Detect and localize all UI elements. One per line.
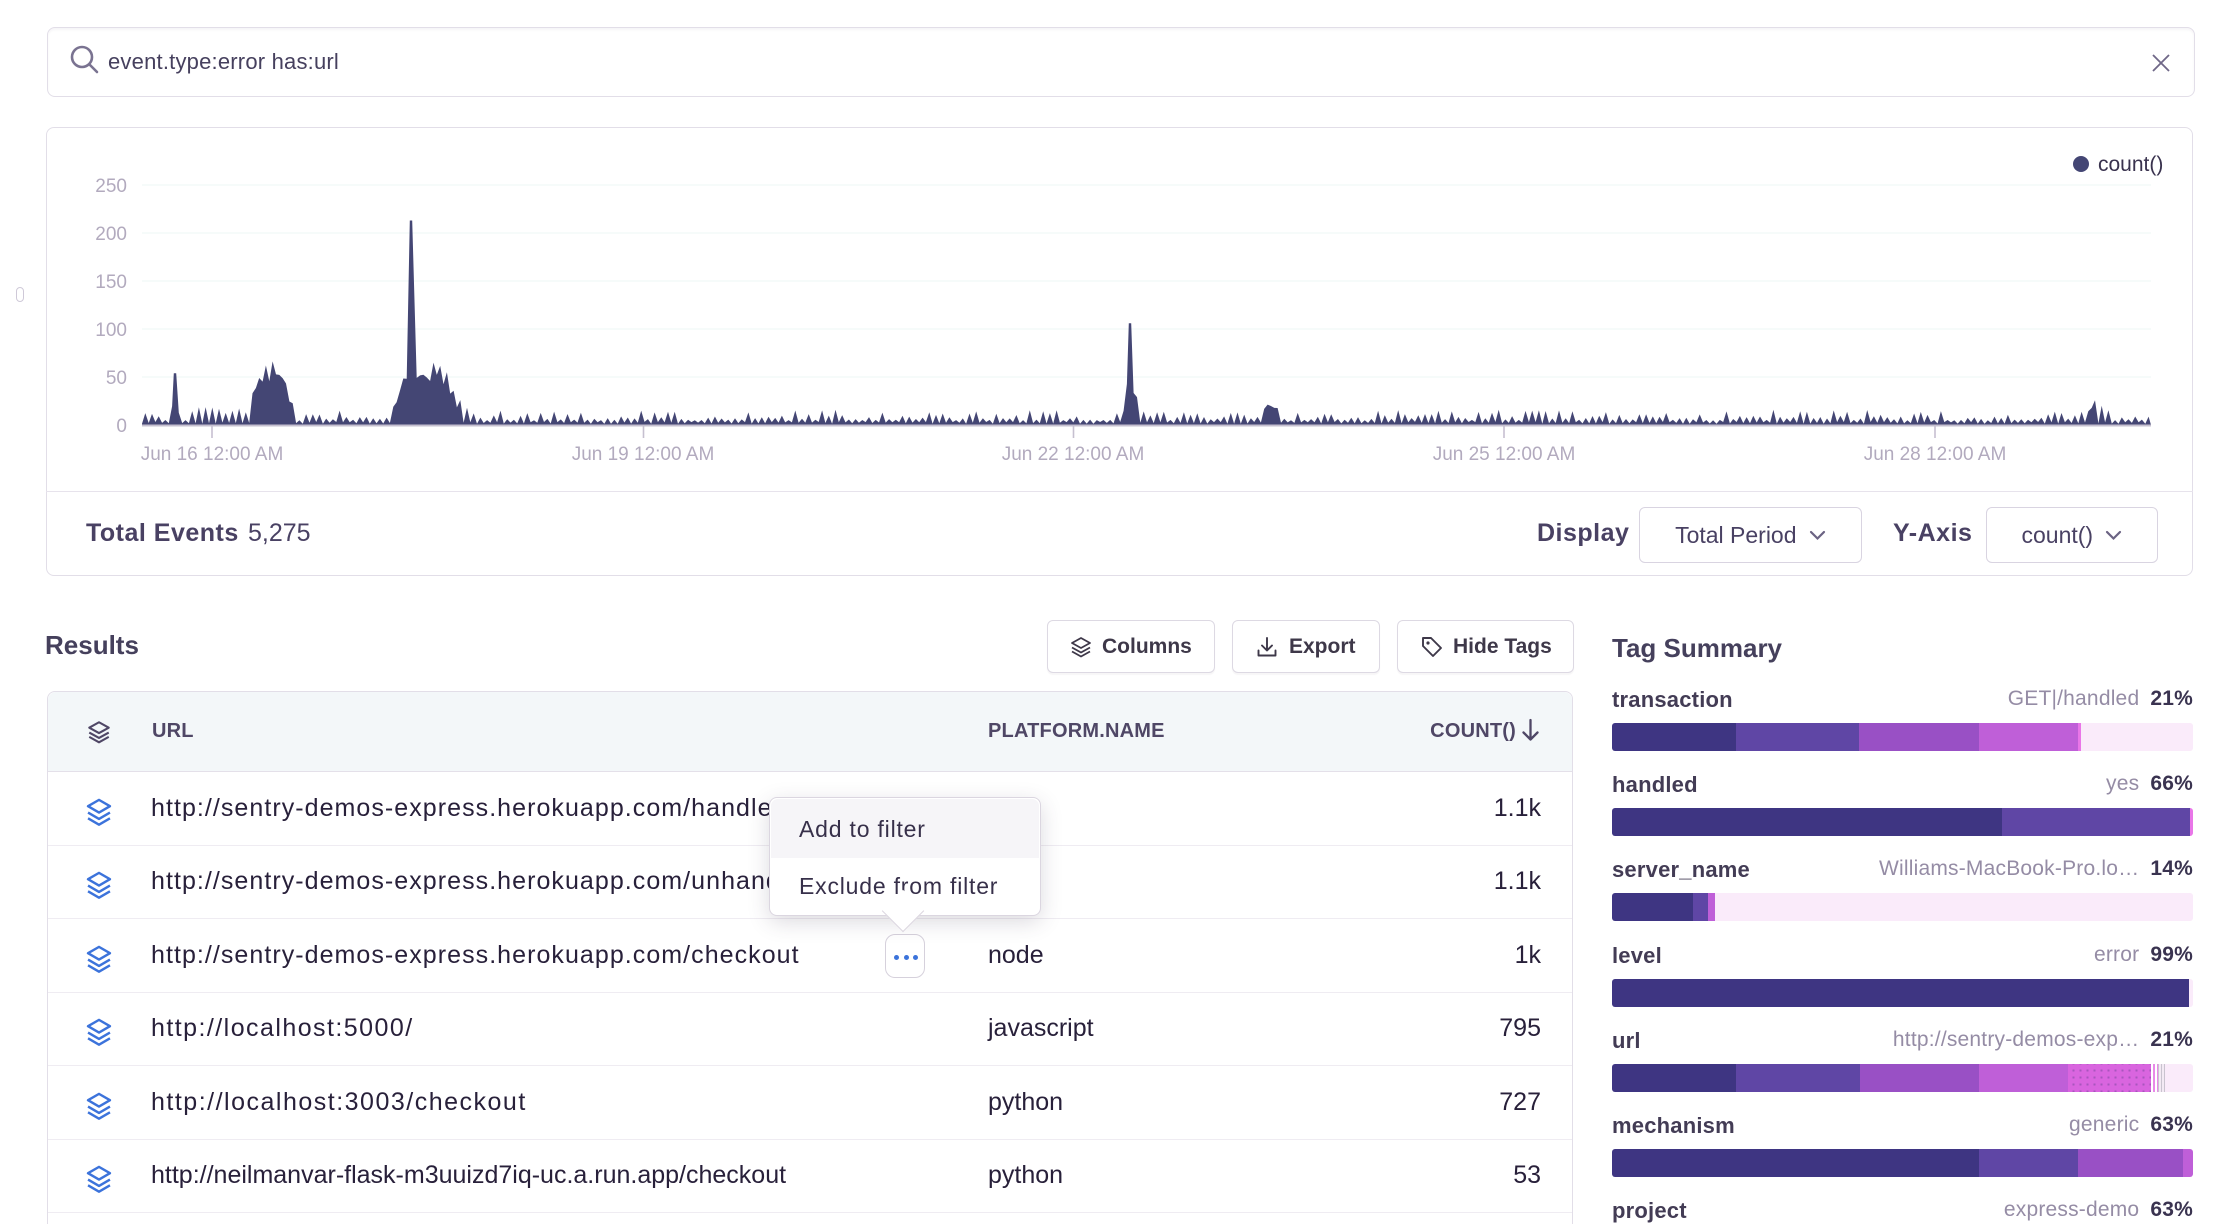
svg-text:Jun 16 12:00 AM: Jun 16 12:00 AM [141, 444, 284, 465]
svg-text:Jun 25 12:00 AM: Jun 25 12:00 AM [1433, 444, 1576, 465]
svg-text:150: 150 [95, 272, 127, 293]
svg-text:0: 0 [116, 416, 127, 437]
svg-text:Jun 28 12:00 AM: Jun 28 12:00 AM [1864, 444, 2007, 465]
svg-text:50: 50 [106, 368, 127, 389]
svg-text:100: 100 [95, 320, 127, 341]
svg-text:Jun 19 12:00 AM: Jun 19 12:00 AM [572, 444, 715, 465]
svg-text:200: 200 [95, 224, 127, 245]
svg-text:Jun 22 12:00 AM: Jun 22 12:00 AM [1002, 444, 1145, 465]
svg-text:count(): count() [2098, 153, 2163, 176]
svg-text:250: 250 [95, 176, 127, 197]
